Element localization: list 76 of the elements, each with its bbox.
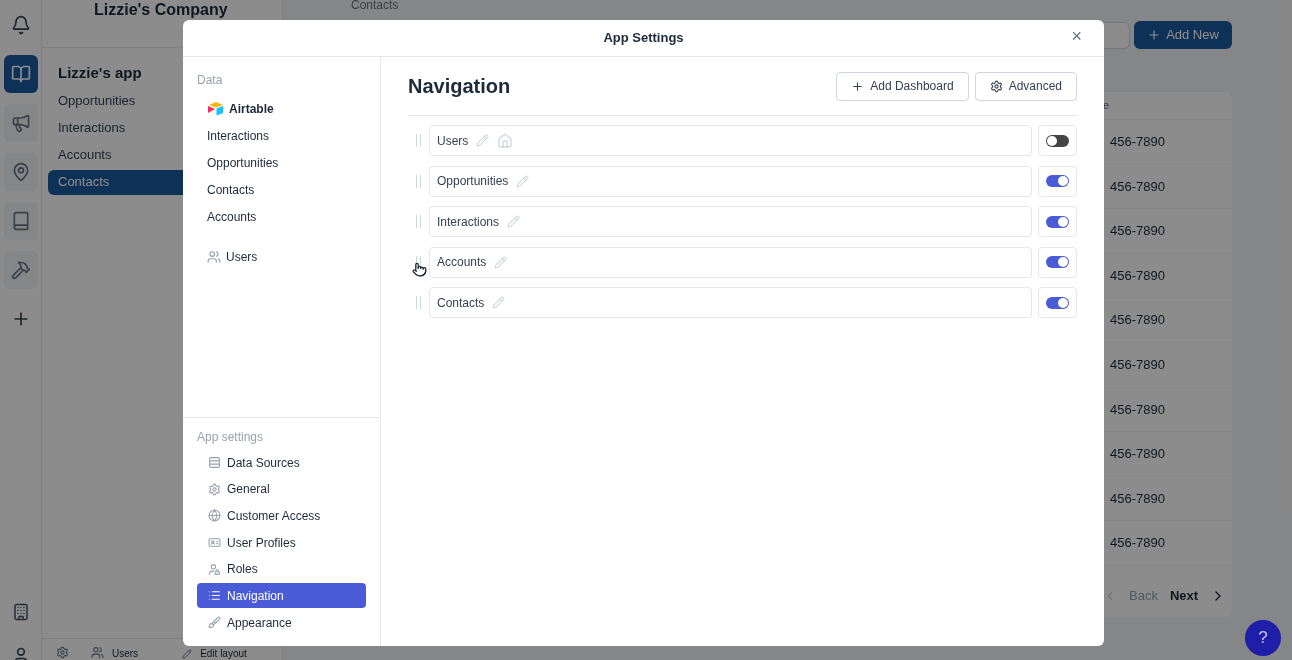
nav-row[interactable]: Accounts	[429, 246, 1032, 278]
company-name: Lizzie's Company	[94, 1, 228, 19]
user-lock-icon	[208, 562, 221, 576]
toggle-switch[interactable]	[1046, 134, 1069, 147]
rows-icon	[208, 456, 221, 469]
table-cell-text: 456-7890	[1110, 400, 1165, 419]
help-button[interactable]: ?	[1245, 620, 1281, 656]
table-cell-text: 456-7890	[1110, 222, 1165, 241]
section-heading: Data	[197, 72, 224, 89]
edit-layout-link[interactable]: Edit layout	[200, 648, 247, 659]
settings-nav-item[interactable]: Roles	[197, 556, 366, 582]
drag-handle-icon[interactable]	[416, 215, 421, 228]
settings-nav-item[interactable]: Appearance	[197, 610, 366, 636]
page-title: Navigation	[408, 74, 511, 99]
table-cell-text: 456-7890	[1110, 266, 1165, 285]
table-cell-text: 456-7890	[1110, 489, 1165, 508]
megaphone-icon	[10, 113, 31, 133]
hammer-icon	[10, 260, 31, 280]
users-icon	[91, 646, 104, 659]
close-button[interactable]: ×	[1069, 27, 1084, 45]
airtable-logo-icon	[207, 101, 224, 116]
toggle-switch[interactable]	[1046, 215, 1069, 228]
megaphone-tab[interactable]	[3, 104, 38, 142]
hammer-tab[interactable]	[3, 251, 38, 289]
table-cell-text: 456-7890	[1110, 445, 1165, 464]
data-source-item[interactable]: Interactions	[197, 122, 380, 149]
plus-icon	[851, 79, 865, 93]
table-cell-text: 456-7890	[1110, 534, 1165, 553]
advanced-button[interactable]: Advanced	[974, 71, 1077, 101]
settings-nav-item[interactable]: Navigation	[197, 583, 366, 609]
building-icon[interactable]	[11, 603, 30, 621]
globe-icon	[208, 509, 221, 523]
book-icon	[10, 64, 31, 84]
settings-nav-item[interactable]: General	[197, 476, 366, 502]
nav-row[interactable]: Contacts	[429, 287, 1032, 318]
add-new-button[interactable]: Add New	[1134, 21, 1232, 49]
settings-nav-item[interactable]: Data Sources	[197, 450, 366, 475]
section-heading: App settings	[197, 429, 265, 446]
settings-icon[interactable]	[56, 646, 69, 659]
plus-icon	[1147, 28, 1162, 42]
toggle-switch[interactable]	[1046, 296, 1069, 309]
pin-tab[interactable]	[3, 153, 38, 191]
drag-handle-icon[interactable]	[416, 134, 421, 147]
nav-row[interactable]: Opportunities	[429, 165, 1032, 197]
drag-handle-icon[interactable]	[416, 174, 421, 188]
list-icon	[208, 589, 221, 603]
cursor-icon	[412, 262, 427, 277]
settings-nav-item[interactable]: Customer Access	[197, 503, 366, 529]
bell-icon	[10, 15, 31, 35]
data-source-item[interactable]: Users	[197, 243, 380, 270]
table-cell-text: 456-7890	[1110, 133, 1165, 152]
nav-row[interactable]: Interactions	[429, 206, 1032, 237]
brush-icon	[208, 616, 221, 630]
table-cell-text: 456-7890	[1110, 356, 1165, 374]
settings-icon	[989, 79, 1003, 93]
data-source-item[interactable]: Accounts	[197, 203, 380, 230]
drag-handle-icon[interactable]	[416, 296, 421, 309]
book-tab[interactable]	[3, 202, 38, 240]
column-header: e	[1103, 98, 1110, 114]
id-card-icon	[208, 536, 221, 550]
dialog-title: App Settings	[603, 29, 684, 48]
table-cell-text: 456-7890	[1110, 177, 1165, 196]
add-dashboard-button[interactable]: Add Dashboard	[836, 71, 969, 101]
settings-icon	[208, 482, 221, 496]
toggle-switch[interactable]	[1046, 175, 1069, 187]
table-cell-text: 456-7890	[1110, 311, 1165, 330]
toggle-switch[interactable]	[1046, 256, 1069, 268]
book-tab[interactable]	[3, 55, 38, 93]
settings-nav-item[interactable]: User Profiles	[197, 530, 366, 556]
app-title: Lizzie's app	[58, 63, 142, 83]
users-link[interactable]: Users	[112, 648, 139, 659]
drag-handle-icon[interactable]	[416, 255, 421, 269]
data-source-item[interactable]: Airtable	[197, 95, 380, 122]
users-icon	[207, 249, 221, 264]
pencil-icon	[182, 649, 193, 659]
next-button[interactable]: Next	[1169, 585, 1199, 606]
